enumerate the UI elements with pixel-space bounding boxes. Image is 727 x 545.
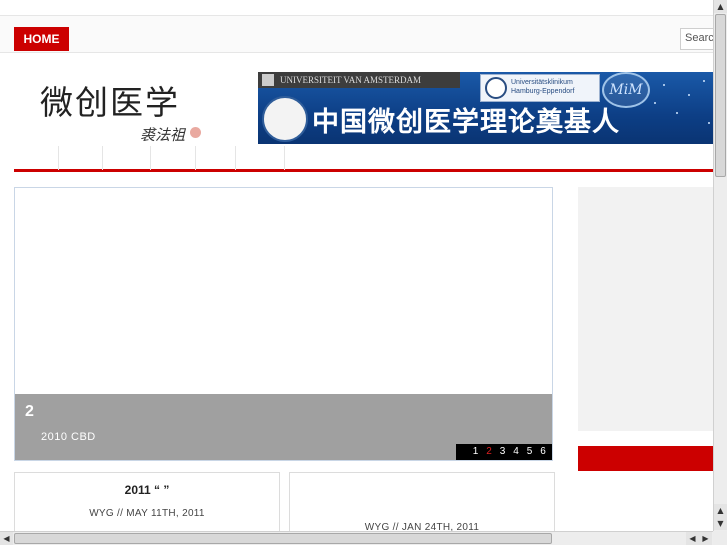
hamburg-seal-icon: [485, 77, 507, 99]
logo-signature: 裘法祖: [140, 126, 186, 144]
scroll-right-icon[interactable]: ▶: [699, 532, 712, 545]
scrollbar-corner: [713, 531, 727, 545]
logo-seal-icon: [190, 127, 201, 138]
search-input[interactable]: Search: [680, 28, 713, 50]
hamburg-logo-text: Universitätsklinikum Hamburg-Eppendorf: [511, 79, 575, 95]
main-menu: [14, 146, 713, 172]
banner-university-strip: UNIVERSITEIT VAN AMSTERDAM: [258, 72, 460, 88]
sidebar-heading-bar: [578, 446, 713, 471]
caption-text: 2010 CBD: [41, 431, 96, 443]
horizontal-scroll-thumb[interactable]: [14, 533, 552, 544]
scroll-up-icon[interactable]: ▲: [714, 0, 727, 13]
vertical-scroll-thumb[interactable]: [715, 14, 726, 177]
post-title[interactable]: 2011 “ ”: [15, 483, 279, 497]
menu-item[interactable]: [236, 146, 285, 170]
top-nav-bar: HOME Search: [0, 15, 713, 53]
slider-page-5[interactable]: 5: [523, 444, 536, 460]
slider-page-7[interactable]: 7: [550, 444, 563, 460]
star-decoration: [663, 84, 665, 86]
page-viewport: HOME Search 微创医学 裘法祖 UNIVERSITEIT VAN AM…: [0, 0, 713, 531]
star-decoration: [654, 102, 656, 104]
menu-item[interactable]: [59, 146, 103, 170]
star-decoration: [703, 80, 705, 82]
post-meta: WYG // MAY 11TH, 2011: [89, 508, 205, 519]
horizontal-scrollbar[interactable]: ◀ ◀ ▶: [0, 531, 713, 545]
menu-item[interactable]: [196, 146, 236, 170]
post-card[interactable]: WYG // JAN 24TH, 2011: [289, 472, 555, 531]
post-card[interactable]: 2011 “ ” WYG // MAY 11TH, 2011: [14, 472, 280, 531]
menu-item[interactable]: [103, 146, 151, 170]
header-banner: UNIVERSITEIT VAN AMSTERDAM Universitätsk…: [258, 72, 713, 144]
university-seal-icon: [262, 96, 308, 142]
scroll-left-icon[interactable]: ◀: [0, 532, 13, 545]
slider-page-1[interactable]: 1: [469, 444, 482, 460]
banner-strip-text: UNIVERSITEIT VAN AMSTERDAM: [280, 75, 422, 85]
caption-number: 2: [25, 403, 34, 420]
featured-slider[interactable]: 2 2010 CBD 1234567: [14, 187, 559, 461]
vertical-scrollbar[interactable]: ▲ ▲ ▼: [713, 0, 727, 531]
scroll-left-icon[interactable]: ◀: [686, 532, 699, 545]
slider-page-2[interactable]: 2: [483, 444, 496, 460]
star-decoration: [676, 112, 678, 114]
menu-item[interactable]: [151, 146, 196, 170]
slider-pager: 1234567: [456, 444, 559, 460]
site-logo[interactable]: 微创医学 裘法祖: [40, 76, 220, 146]
star-decoration: [708, 122, 710, 124]
banner-title: 中国微创医学理论奠基人: [312, 107, 620, 138]
slider-page-3[interactable]: 3: [496, 444, 509, 460]
menu-item[interactable]: [14, 146, 59, 170]
sidebar-ad-area: [578, 187, 713, 431]
slider-page-6[interactable]: 6: [537, 444, 550, 460]
star-decoration: [688, 94, 690, 96]
post-meta: WYG // JAN 24TH, 2011: [364, 522, 480, 531]
scroll-down-icon[interactable]: ▼: [714, 517, 727, 530]
university-seal-icon: [262, 74, 274, 86]
scroll-up-icon[interactable]: ▲: [714, 504, 727, 517]
slider-page-4[interactable]: 4: [510, 444, 523, 460]
logo-title: 微创医学: [40, 83, 180, 122]
home-button[interactable]: HOME: [14, 27, 69, 51]
hamburg-logo: Universitätsklinikum Hamburg-Eppendorf: [480, 74, 600, 102]
